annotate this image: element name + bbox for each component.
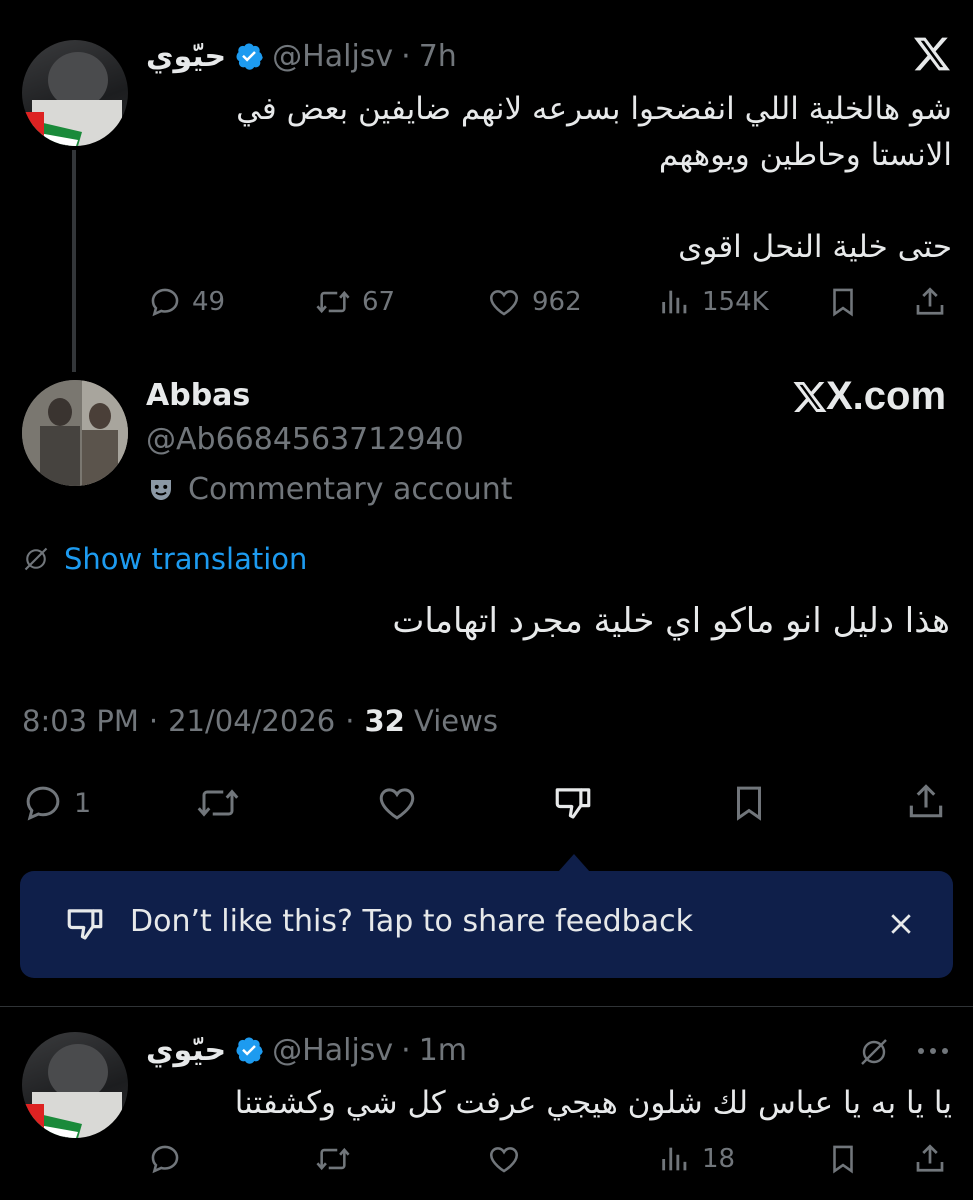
author-handle[interactable]: @Ab6684563712940 — [146, 422, 464, 457]
thread-line — [72, 150, 76, 372]
author-name[interactable]: حيّوي — [146, 1033, 226, 1068]
repost-icon — [316, 290, 350, 314]
tweet-text-line: شو هالخلية اللي انفضحوا بسرعه لانهم ضايف… — [236, 91, 952, 127]
reply-header: حيّوي @Haljsv · 1m — [146, 1030, 467, 1070]
bookmark-icon — [833, 288, 853, 317]
like-button[interactable] — [374, 782, 420, 824]
tweet-text-line: حتى خلية النحل اقوى — [678, 229, 952, 265]
bookmark-button[interactable] — [826, 1142, 860, 1176]
reply-button[interactable]: 49 — [148, 285, 225, 319]
views-count: 154K — [702, 287, 769, 317]
like-button[interactable] — [486, 1142, 522, 1176]
feedback-banner-pointer — [558, 854, 590, 872]
x-logo-icon[interactable] — [912, 36, 952, 72]
bookmark-icon — [833, 1145, 853, 1174]
main-tweet-text: هذا دليل انو ماكو اي خلية مجرد اتهامات — [392, 601, 950, 641]
timestamp[interactable]: 7h — [419, 39, 457, 74]
separator-dot: · — [401, 38, 411, 74]
close-icon[interactable] — [886, 909, 916, 939]
translate-icon[interactable] — [858, 1036, 890, 1068]
repost-icon — [316, 1147, 350, 1171]
author-name[interactable]: حيّوي — [146, 39, 226, 74]
verified-badge-icon — [234, 41, 264, 71]
views-count: 18 — [702, 1144, 736, 1174]
heart-icon — [489, 1147, 519, 1173]
post-time: 8:03 PM — [22, 704, 139, 738]
divider — [0, 1006, 973, 1007]
reply-button[interactable] — [148, 1142, 182, 1176]
views-number: 32 — [364, 704, 405, 738]
repost-icon — [197, 789, 239, 817]
thumbs-down-icon — [62, 903, 108, 945]
repost-button[interactable]: 67 — [314, 285, 395, 319]
repost-button[interactable] — [314, 1142, 352, 1176]
watermark: X.com — [792, 374, 946, 419]
views-icon — [662, 1147, 687, 1171]
feedback-text[interactable]: Don’t like this? Tap to share feedback — [130, 904, 693, 939]
author-handle[interactable]: @Haljsv — [272, 1033, 393, 1068]
repost-button[interactable] — [194, 782, 242, 824]
share-button[interactable] — [912, 1141, 948, 1177]
views-button[interactable]: 154K — [658, 285, 769, 319]
reply-icon — [26, 786, 60, 821]
author-handle[interactable]: @Haljsv — [272, 39, 393, 74]
repost-count: 67 — [362, 287, 396, 317]
avatar-image — [22, 380, 128, 486]
thumbs-down-icon — [555, 788, 591, 819]
reply-icon — [151, 288, 179, 317]
views-icon — [662, 290, 687, 314]
views-stat[interactable]: 32 Views — [364, 704, 498, 738]
like-count: 962 — [532, 287, 582, 317]
reply-text: يا يا به يا عباس لك شلون هيجي عرفت كل شي… — [234, 1085, 952, 1121]
separator-dot: · — [345, 704, 355, 738]
share-icon — [916, 287, 944, 315]
share-icon — [916, 1144, 944, 1172]
more-options-icon[interactable] — [916, 1046, 950, 1056]
translate-icon — [24, 547, 48, 571]
tweet-text-line: الانستا وحاطين ويوههم — [658, 137, 952, 173]
avatar[interactable] — [22, 380, 128, 486]
heart-icon — [489, 290, 519, 316]
heart-icon — [379, 788, 415, 820]
theater-masks-icon — [151, 479, 171, 500]
x-logo-icon — [793, 381, 827, 412]
show-translation-link[interactable]: Show translation — [22, 542, 307, 576]
show-translation-text[interactable]: Show translation — [64, 542, 307, 576]
reply-count: 49 — [192, 287, 226, 317]
watermark-text: X.com — [826, 374, 947, 418]
verified-badge-icon — [234, 1035, 264, 1065]
share-button[interactable] — [904, 780, 948, 824]
bookmark-button[interactable] — [728, 782, 770, 824]
bookmark-icon — [737, 786, 761, 821]
separator-dot: · — [401, 1032, 411, 1068]
dislike-button[interactable] — [550, 782, 596, 824]
commentary-account-label: Commentary account — [146, 472, 513, 507]
views-label: Views — [414, 704, 498, 738]
author-name[interactable]: Abbas — [146, 378, 250, 413]
reply-button[interactable]: 1 — [22, 782, 91, 824]
avatar[interactable] — [22, 1032, 128, 1138]
commentary-account-text: Commentary account — [188, 472, 513, 507]
tweet1-text: شو هالخلية اللي انفضحوا بسرعه لانهم ضايف… — [140, 86, 952, 270]
tweet1-header: حيّوي @Haljsv · 7h — [146, 36, 457, 76]
views-button[interactable]: 18 — [658, 1142, 735, 1176]
avatar-image — [22, 1044, 122, 1138]
avatar[interactable] — [22, 40, 128, 146]
timestamp[interactable]: 1m — [419, 1033, 467, 1068]
tweet-meta: 8:03 PM · 21/04/2026 · 32 Views — [22, 704, 498, 738]
share-button[interactable] — [912, 284, 948, 320]
feedback-banner[interactable]: Don’t like this? Tap to share feedback — [20, 871, 953, 978]
separator-dot: · — [148, 704, 159, 738]
avatar-image — [22, 52, 122, 146]
bookmark-button[interactable] — [826, 285, 860, 319]
like-button[interactable]: 962 — [486, 285, 582, 319]
reply-count: 1 — [74, 787, 92, 819]
reply-icon — [151, 1145, 179, 1174]
share-icon — [909, 784, 943, 818]
post-date: 21/04/2026 — [168, 704, 336, 738]
